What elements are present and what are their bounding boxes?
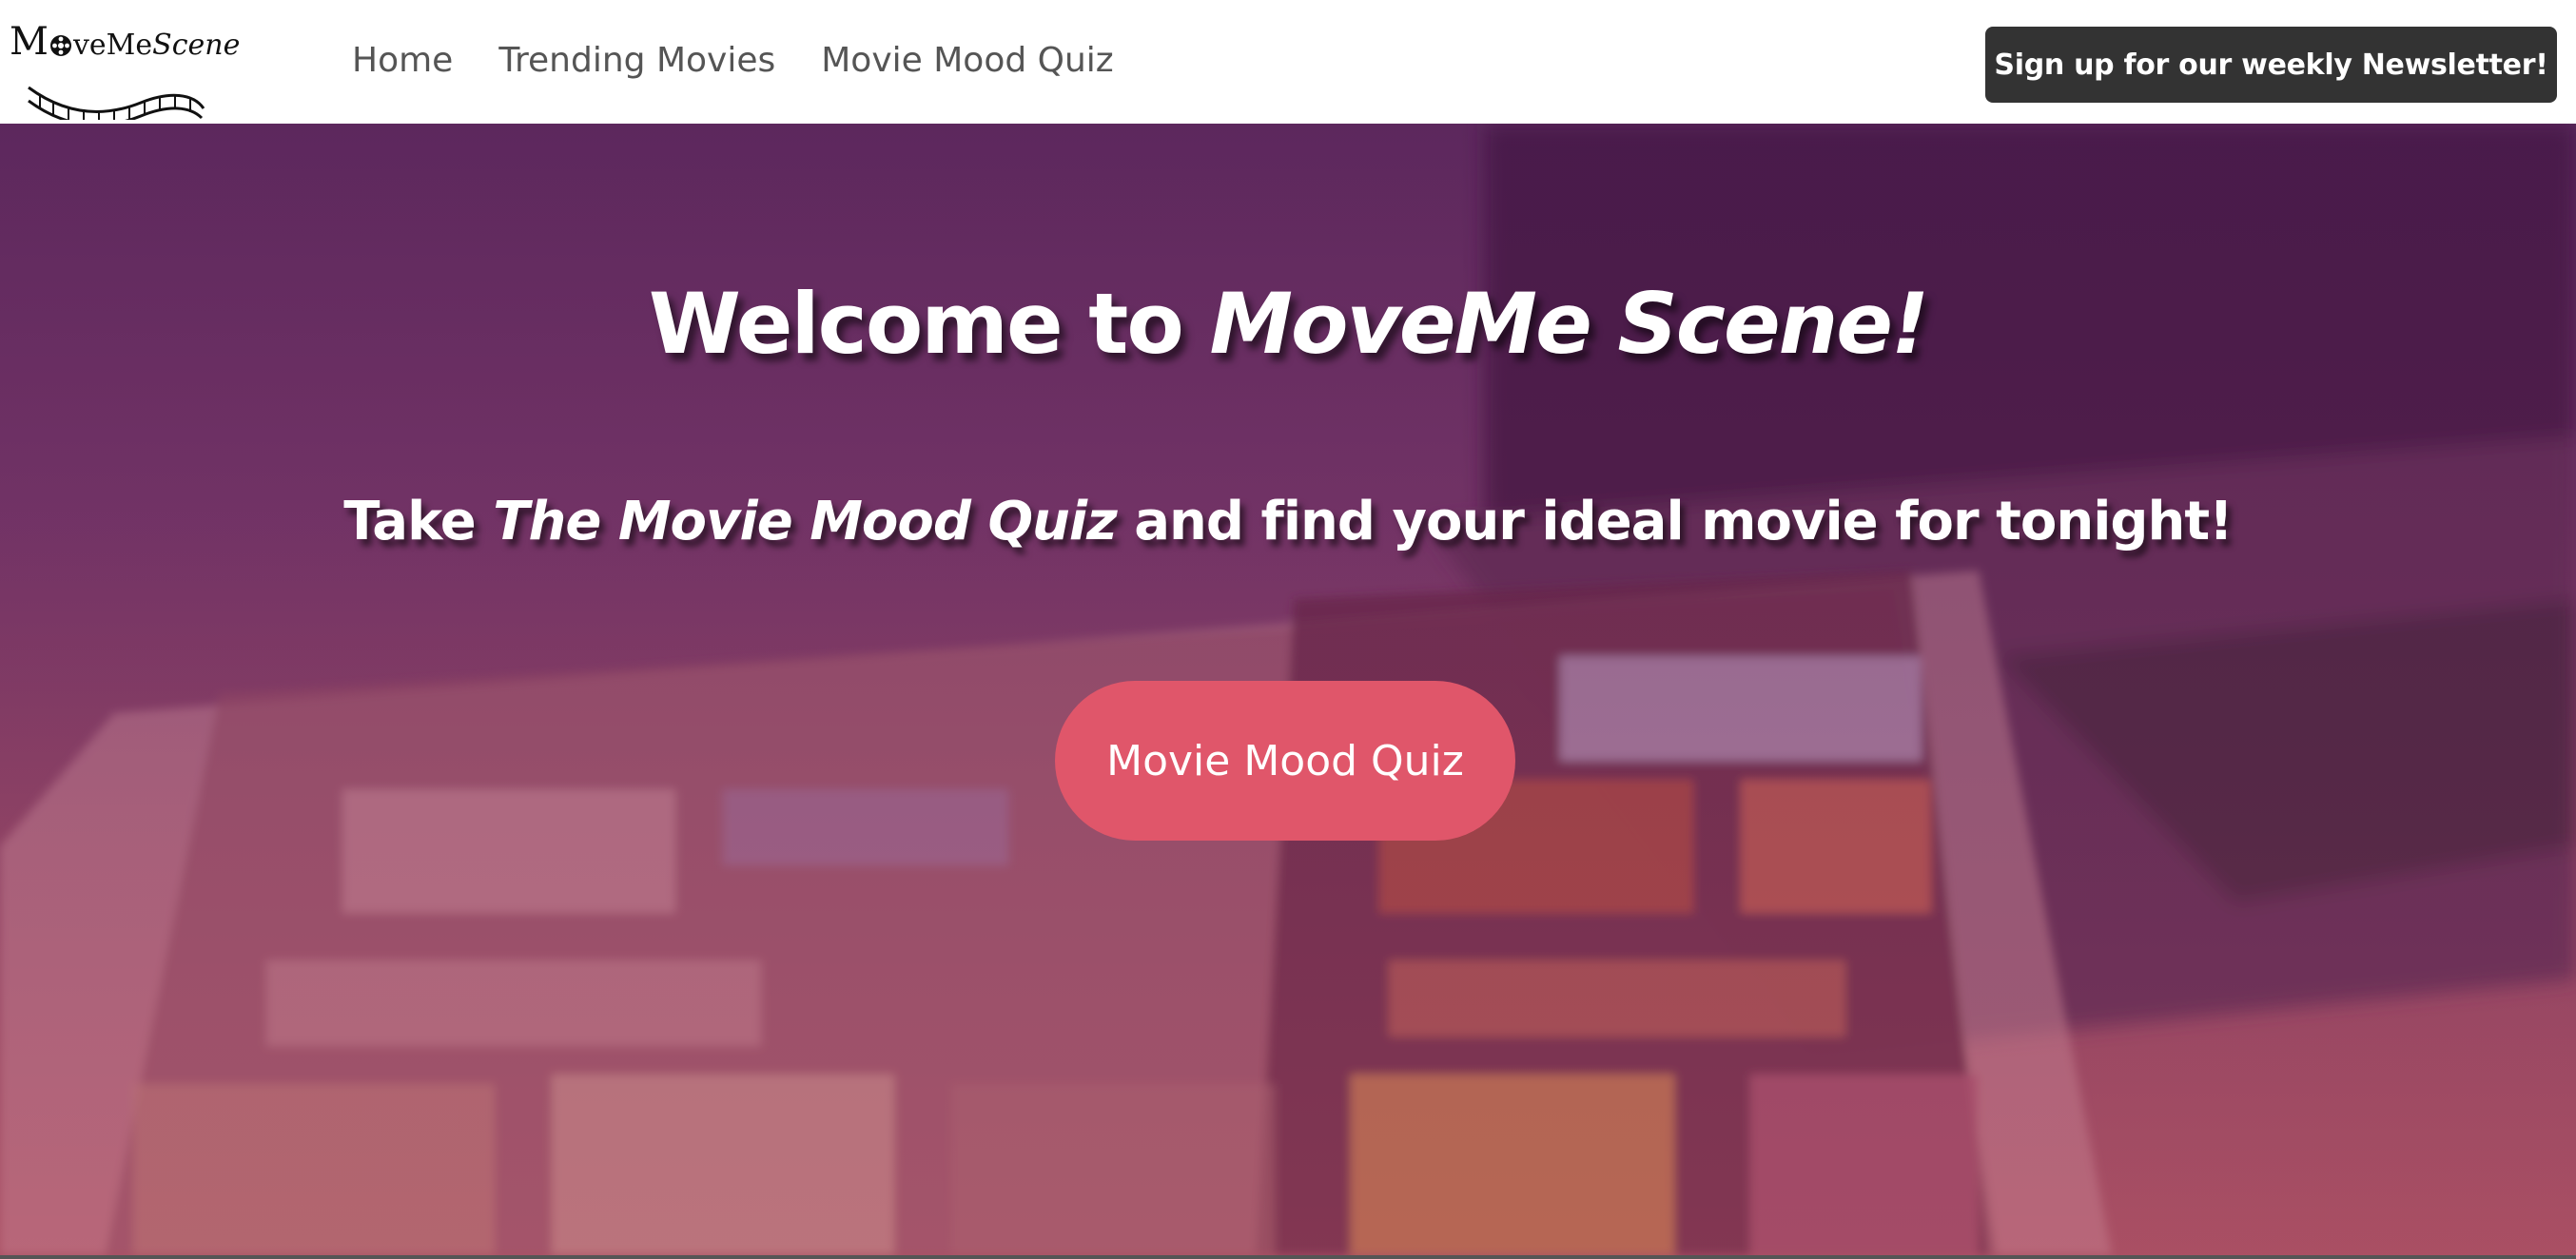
movie-mood-quiz-button[interactable]: Movie Mood Quiz — [1055, 681, 1515, 841]
hero-title-brand: MoveMe Scene! — [1209, 274, 1929, 373]
newsletter-signup-button[interactable]: Sign up for our weekly Newsletter! — [1985, 27, 2557, 103]
nav-link-movie-mood-quiz[interactable]: Movie Mood Quiz — [821, 40, 1113, 81]
logo-letter-m: M — [10, 20, 49, 64]
page-bottom-divider — [0, 1255, 2576, 1259]
film-strip-icon — [28, 86, 205, 120]
nav-link-home[interactable]: Home — [352, 40, 453, 81]
hero-title-prefix: Welcome to — [648, 274, 1210, 373]
logo-wordmark: M veMeScene — [10, 23, 240, 61]
film-reel-icon — [49, 31, 73, 60]
hero-subtitle: Take The Movie Mood Quiz and find your i… — [0, 491, 2576, 552]
logo-text-scene: Scene — [152, 29, 241, 62]
hero-subtitle-quiz-name: The Movie Mood Quiz — [493, 491, 1117, 553]
hero-subtitle-prefix: Take — [343, 491, 494, 553]
hero-title: Welcome to MoveMe Scene! — [0, 275, 2576, 373]
site-logo[interactable]: M veMeScene — [10, 13, 240, 120]
hero-section: Welcome to MoveMe Scene! Take The Movie … — [0, 124, 2576, 1255]
logo-text-veme: veMe — [72, 29, 153, 62]
main-nav: Home Trending Movies Movie Mood Quiz — [352, 40, 1114, 81]
hero-subtitle-suffix: and find your ideal movie for tonight! — [1116, 491, 2233, 553]
site-header: M veMeScene Home Trending Movies Movie M… — [0, 0, 2576, 124]
nav-link-trending-movies[interactable]: Trending Movies — [498, 40, 775, 81]
